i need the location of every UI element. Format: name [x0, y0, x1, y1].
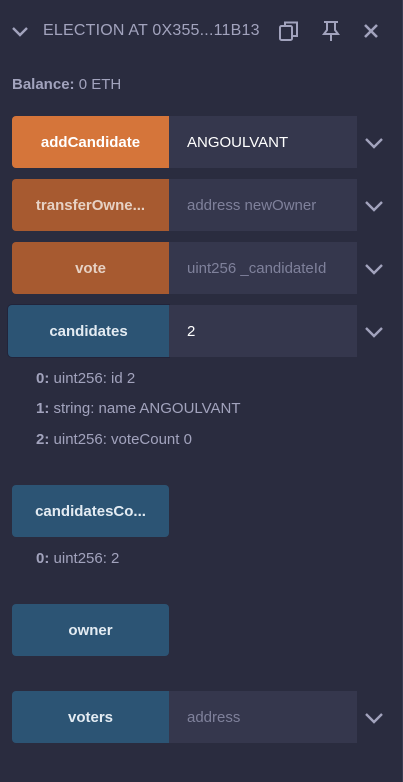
- candidates-output-0: 0: uint256: id 2: [36, 370, 135, 387]
- transferownership-button[interactable]: transferOwne...: [12, 179, 169, 231]
- addcandidate-input[interactable]: ANGOULVANT: [169, 116, 357, 168]
- chevron-down-icon[interactable]: [10, 22, 30, 42]
- output-index: 1:: [36, 400, 50, 417]
- candidatescount-button[interactable]: candidatesCo...: [12, 485, 169, 537]
- pin-icon[interactable]: [318, 18, 344, 44]
- candidatescount-output-0: 0: uint256: 2: [36, 550, 119, 567]
- chevron-down-icon[interactable]: [364, 708, 384, 728]
- contract-header: ELECTION AT 0X355...11B13: [0, 0, 403, 64]
- balance-display: Balance: 0 ETH: [12, 76, 121, 93]
- output-value: uint256: voteCount 0: [53, 431, 192, 448]
- output-index: 0:: [36, 550, 50, 567]
- output-index: 2:: [36, 431, 50, 448]
- chevron-down-icon[interactable]: [364, 322, 384, 342]
- candidates-output-1: 1: string: name ANGOULVANT: [36, 400, 241, 417]
- voters-button[interactable]: voters: [12, 691, 169, 743]
- candidates-input[interactable]: 2: [169, 305, 357, 357]
- candidates-button[interactable]: candidates: [8, 305, 169, 357]
- chevron-down-icon[interactable]: [364, 196, 384, 216]
- output-value: string: name ANGOULVANT: [53, 400, 241, 417]
- copy-icon[interactable]: [276, 18, 302, 44]
- contract-title[interactable]: ELECTION AT 0X355...11B13: [43, 22, 260, 40]
- transferownership-input[interactable]: address newOwner: [169, 179, 357, 231]
- contract-panel: ELECTION AT 0X355...11B13 Balance: 0 ETH: [0, 0, 403, 782]
- voters-input[interactable]: address: [169, 691, 357, 743]
- close-icon[interactable]: [358, 18, 384, 44]
- output-index: 0:: [36, 370, 50, 387]
- balance-value: 0 ETH: [78, 76, 122, 93]
- chevron-down-icon[interactable]: [364, 133, 384, 153]
- candidates-output-2: 2: uint256: voteCount 0: [36, 431, 192, 448]
- output-value: uint256: 2: [53, 550, 120, 567]
- output-value: uint256: id 2: [53, 370, 136, 387]
- chevron-down-icon[interactable]: [364, 259, 384, 279]
- vote-button[interactable]: vote: [12, 242, 169, 294]
- balance-label: Balance:: [12, 76, 75, 93]
- vote-input[interactable]: uint256 _candidateId: [169, 242, 357, 294]
- owner-button[interactable]: owner: [12, 604, 169, 656]
- addcandidate-button[interactable]: addCandidate: [12, 116, 169, 168]
